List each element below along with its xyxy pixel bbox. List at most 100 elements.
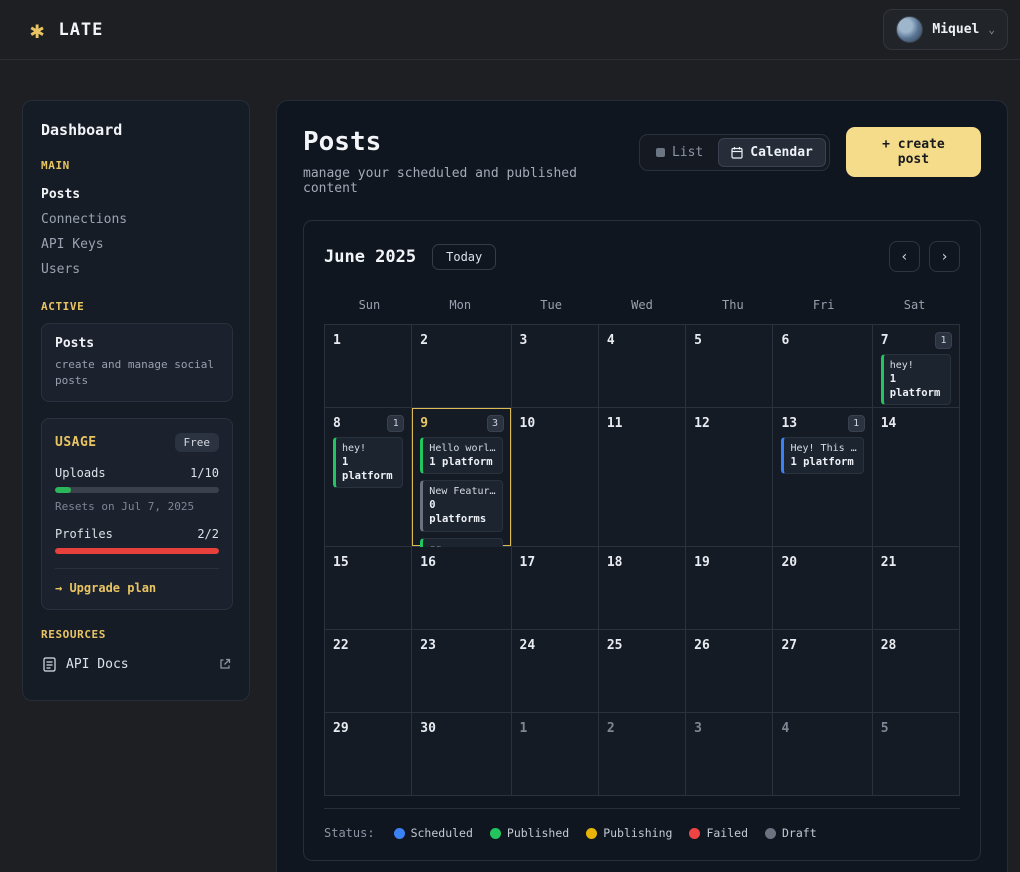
legend-items: ScheduledPublishedPublishingFailedDraft [394, 826, 817, 840]
day-number: 3 [694, 721, 702, 736]
calendar-day-27[interactable]: 27 [773, 630, 871, 712]
list-view-button[interactable]: List [643, 138, 716, 167]
content-area: Dashboard MAIN PostsConnectionsAPI KeysU… [0, 60, 1020, 872]
status-dot-failed [689, 828, 700, 839]
status-legend: Status: ScheduledPublishedPublishingFail… [324, 808, 960, 840]
document-icon [43, 657, 56, 672]
day-number: 20 [781, 555, 797, 570]
weekday-fri: Fri [778, 298, 869, 312]
sidebar-item-connections[interactable]: Connections [41, 207, 233, 232]
list-view-label: List [672, 145, 703, 160]
calendar-day-19[interactable]: 19 [686, 547, 772, 629]
sidebar-section-resources: RESOURCES [41, 628, 233, 641]
uploads-progress-fill [55, 487, 71, 493]
event-card[interactable]: New Featur…0 platforms [420, 480, 502, 531]
active-posts-card[interactable]: Posts create and manage social posts [41, 323, 233, 402]
brand: ✱ LATE [30, 18, 103, 42]
calendar-day-15[interactable]: 15 [325, 547, 411, 629]
day-number: 29 [333, 721, 349, 736]
calendar-day-18[interactable]: 18 [599, 547, 685, 629]
profiles-progress-track [55, 548, 219, 554]
status-dot-draft [765, 828, 776, 839]
day-number: 23 [420, 638, 436, 653]
brand-name: LATE [58, 20, 103, 40]
calendar-day-21[interactable]: 21 [873, 547, 959, 629]
legend-label: Status: [324, 826, 375, 840]
calendar-day-23[interactable]: 23 [412, 630, 510, 712]
weekday-wed: Wed [597, 298, 688, 312]
calendar-day-next-3[interactable]: 3 [686, 713, 772, 795]
calendar-day-6[interactable]: 6 [773, 325, 871, 407]
event-card[interactable]: Hello worl…1 platform [420, 437, 502, 474]
active-card-description: create and manage social posts [55, 357, 219, 389]
day-number: 12 [694, 416, 710, 431]
uploads-progress-track [55, 487, 219, 493]
calendar-day-17[interactable]: 17 [512, 547, 598, 629]
calendar-day-24[interactable]: 24 [512, 630, 598, 712]
calendar-day-1[interactable]: 1 [325, 325, 411, 407]
calendar-day-8[interactable]: 81hey!1 platform [325, 408, 411, 546]
weekday-tue: Tue [506, 298, 597, 312]
next-month-button[interactable]: › [929, 241, 960, 272]
event-platforms: 1 platform [790, 455, 856, 469]
sidebar-title: Dashboard [41, 121, 233, 139]
legend-item-draft: Draft [765, 826, 817, 840]
event-card[interactable]: Hey! This …1 platform [781, 437, 863, 474]
calendar-day-25[interactable]: 25 [599, 630, 685, 712]
day-number: 6 [781, 333, 789, 348]
day-number: 1 [333, 333, 341, 348]
calendar-day-next-1[interactable]: 1 [512, 713, 598, 795]
calendar-day-30[interactable]: 30 [412, 713, 510, 795]
calendar-day-16[interactable]: 16 [412, 547, 510, 629]
calendar-day-13[interactable]: 131Hey! This …1 platform [773, 408, 871, 546]
calendar-day-3[interactable]: 3 [512, 325, 598, 407]
status-dot-publishing [586, 828, 597, 839]
calendar-day-4[interactable]: 4 [599, 325, 685, 407]
calendar-icon [731, 146, 743, 159]
uploads-label: Uploads [55, 466, 106, 480]
day-number: 24 [520, 638, 536, 653]
legend-item-label: Failed [706, 826, 748, 840]
list-icon [656, 148, 665, 157]
today-button[interactable]: Today [432, 244, 496, 270]
day-number: 14 [881, 416, 897, 431]
api-docs-link[interactable]: API Docs [41, 651, 233, 678]
calendar-day-10[interactable]: 10 [512, 408, 598, 546]
sidebar-item-users[interactable]: Users [41, 257, 233, 282]
event-count-badge: 3 [487, 415, 504, 432]
calendar-day-26[interactable]: 26 [686, 630, 772, 712]
event-card[interactable]: hey!1 platform [333, 437, 403, 488]
calendar-view-label: Calendar [750, 145, 813, 160]
event-card[interactable]: hey!1 platform [881, 354, 951, 405]
calendar-day-2[interactable]: 2 [412, 325, 510, 407]
day-number: 26 [694, 638, 710, 653]
calendar-day-28[interactable]: 28 [873, 630, 959, 712]
event-platforms: 1 platform [890, 372, 944, 400]
calendar-day-29[interactable]: 29 [325, 713, 411, 795]
sidebar-item-posts[interactable]: Posts [41, 182, 233, 207]
chevron-down-icon: ⌄ [988, 23, 995, 36]
day-number: 16 [420, 555, 436, 570]
calendar-day-5[interactable]: 5 [686, 325, 772, 407]
day-number: 27 [781, 638, 797, 653]
calendar-day-next-4[interactable]: 4 [773, 713, 871, 795]
create-post-button[interactable]: + create post [846, 127, 981, 177]
calendar-day-next-5[interactable]: 5 [873, 713, 959, 795]
calendar-day-9[interactable]: 93Hello worl…1 platformNew Featur…0 plat… [412, 408, 510, 546]
profiles-value: 2/2 [197, 527, 219, 541]
weekday-thu: Thu [687, 298, 778, 312]
upgrade-plan-link[interactable]: → Upgrade plan [55, 581, 219, 595]
calendar-month-title: June 2025 [324, 247, 416, 267]
calendar-day-12[interactable]: 12 [686, 408, 772, 546]
user-menu-button[interactable]: Miquel ⌄ [883, 9, 1008, 50]
sidebar-item-api-keys[interactable]: API Keys [41, 232, 233, 257]
prev-month-button[interactable]: ‹ [889, 241, 920, 272]
calendar-day-22[interactable]: 22 [325, 630, 411, 712]
calendar-day-11[interactable]: 11 [599, 408, 685, 546]
calendar-day-7[interactable]: 71hey!1 platform [873, 325, 959, 407]
calendar-day-20[interactable]: 20 [773, 547, 871, 629]
calendar-view-button[interactable]: Calendar [718, 138, 826, 167]
legend-item-failed: Failed [689, 826, 748, 840]
calendar-day-14[interactable]: 14 [873, 408, 959, 546]
calendar-day-next-2[interactable]: 2 [599, 713, 685, 795]
